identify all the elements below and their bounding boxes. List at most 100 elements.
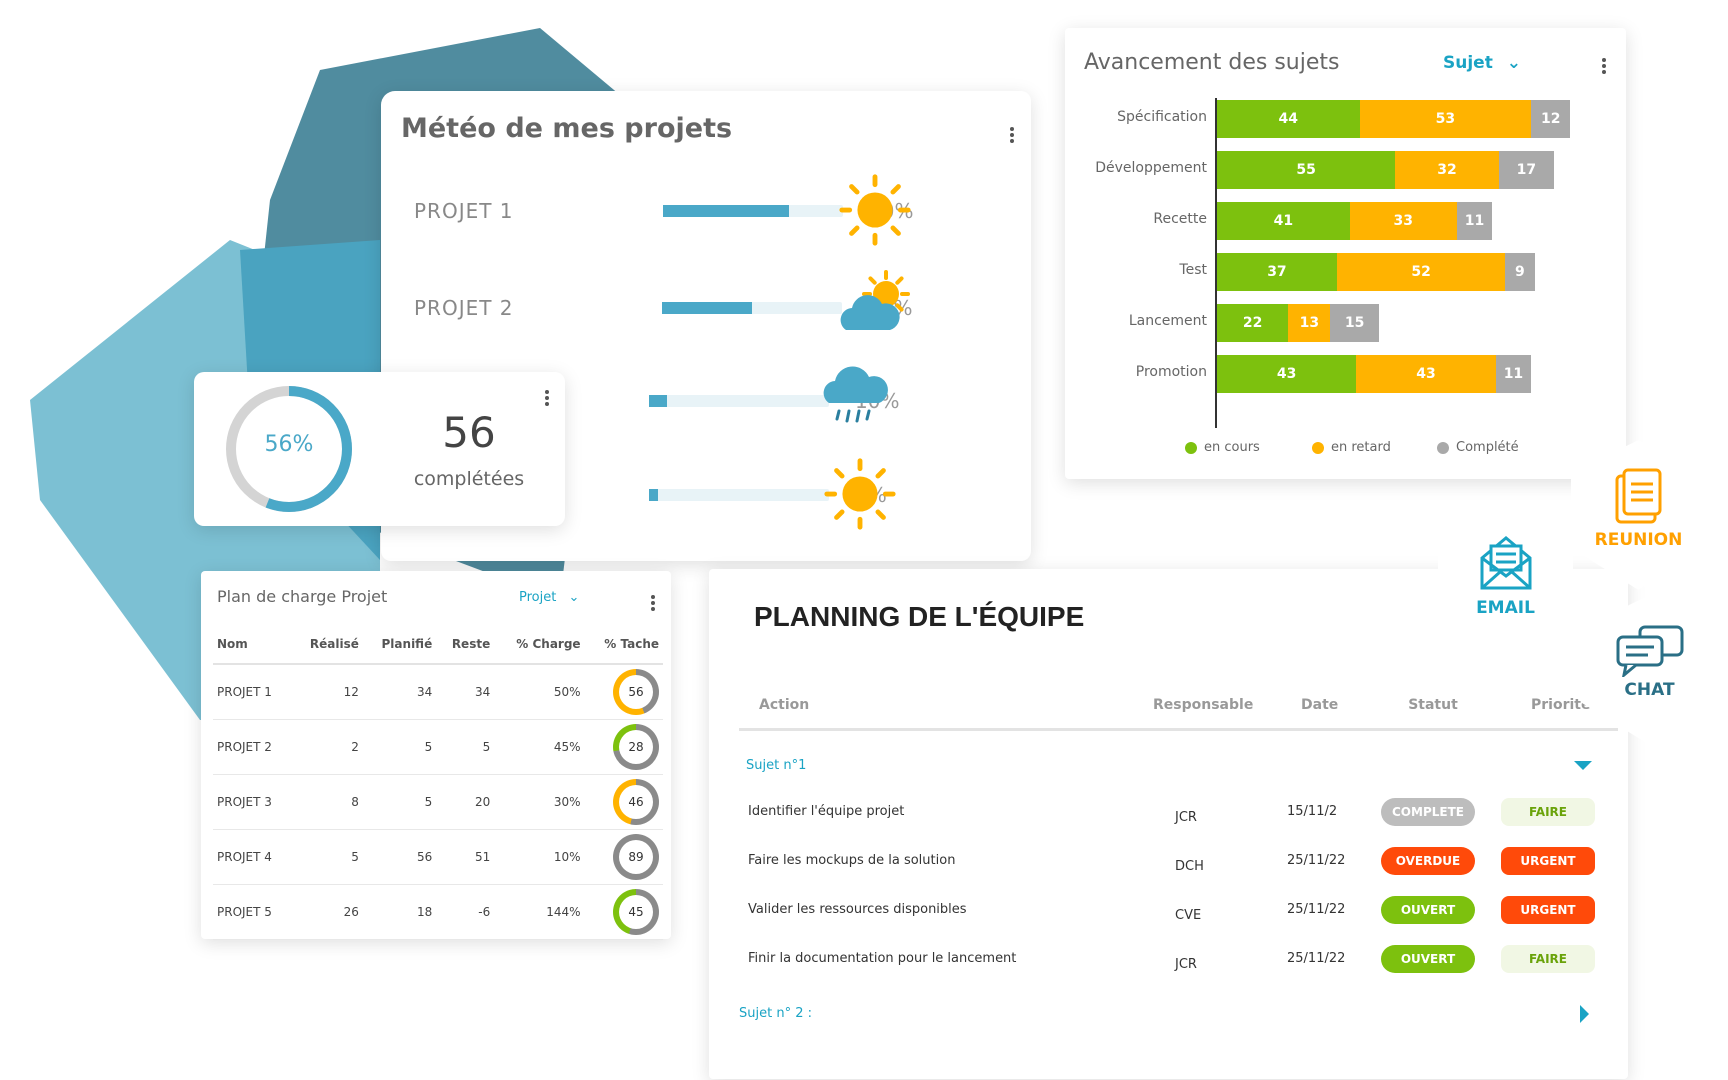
bar-en-retard[interactable]: 52 <box>1336 253 1506 291</box>
cell-nom: PROJET 3 <box>213 774 292 830</box>
planning-row[interactable]: Finir la documentation pour le lancement… <box>709 945 1628 991</box>
chat-bubbles-icon <box>1616 625 1684 677</box>
more-options-icon[interactable] <box>650 593 656 613</box>
status-badge[interactable]: OUVERT <box>1381 945 1475 973</box>
action-text: Faire les mockups de la solution <box>748 853 956 868</box>
plan-title: Plan de charge Projet <box>217 587 388 606</box>
cell-nom: PROJET 4 <box>213 829 292 885</box>
legend-item: Complété <box>1437 440 1519 455</box>
bar-en-retard[interactable]: 13 <box>1288 304 1331 342</box>
collapse-arrow-icon[interactable] <box>1574 761 1592 770</box>
table-row[interactable]: PROJET 2 2 5 5 45% 28 <box>213 719 663 775</box>
priority-badge[interactable]: URGENT <box>1501 847 1595 875</box>
expand-arrow-icon[interactable] <box>1580 1005 1589 1023</box>
bar-value-label: 11 <box>1464 213 1485 229</box>
sun-icon <box>821 455 899 537</box>
legend-label: en retard <box>1331 440 1391 455</box>
bar-en-cours[interactable]: 41 <box>1217 202 1350 240</box>
progress-bar <box>649 395 829 407</box>
completion-card: 56% 56 complétées <box>194 372 565 526</box>
bar-complété[interactable]: 11 <box>1456 202 1493 240</box>
bar-en-retard[interactable]: 32 <box>1395 151 1499 189</box>
table-row[interactable]: PROJET 5 26 18 -6 144% 45 <box>213 884 663 940</box>
legend-item: en cours <box>1185 440 1260 455</box>
status-badge[interactable]: COMPLETE <box>1381 798 1475 826</box>
responsable-text: JCR <box>1175 957 1197 972</box>
bar-value-label: 44 <box>1278 111 1299 127</box>
task-ring: 56 <box>613 668 659 715</box>
planning-row[interactable]: Faire les mockups de la solution DCH 25/11… <box>709 847 1628 893</box>
column-header: Réalisé <box>291 624 363 665</box>
legend-item: en retard <box>1312 440 1391 455</box>
group-sujet-2[interactable]: Sujet n° 2 : <box>739 1006 812 1021</box>
table-row[interactable]: PROJET 3 8 5 20 30% 46 <box>213 774 663 830</box>
col-responsable: Responsable <box>1153 697 1254 713</box>
category-label: Test <box>1179 262 1207 278</box>
bar-row: 43 43 11 <box>1217 355 1532 393</box>
plan-filter-dropdown[interactable]: Projet ⌄ <box>519 590 579 605</box>
cell-realise: 5 <box>291 829 363 885</box>
cell-nom: PROJET 5 <box>213 884 292 940</box>
bar-complété[interactable]: 12 <box>1531 100 1571 138</box>
table-row[interactable]: PROJET 4 5 56 51 10% 89 <box>213 829 663 885</box>
bar-en-retard[interactable]: 43 <box>1356 355 1496 393</box>
priority-badge[interactable]: URGENT <box>1501 896 1595 924</box>
chevron-down-icon: ⌄ <box>1506 53 1522 73</box>
cell-realise: 26 <box>291 884 363 940</box>
category-labels: Spécification Développement Recette Test Lan… <box>1065 98 1207 428</box>
bar-value-label: 37 <box>1267 264 1287 280</box>
bar-en-cours[interactable]: 22 <box>1217 304 1289 342</box>
email-label: EMAIL <box>1476 598 1535 618</box>
cell-reste: 5 <box>436 719 495 775</box>
category-label: Spécification <box>1117 109 1207 125</box>
meteo-title: Météo de mes projets <box>401 113 733 144</box>
bar-complété[interactable]: 11 <box>1495 355 1532 393</box>
bar-complété[interactable]: 15 <box>1330 304 1379 342</box>
task-ring-value: 45 <box>619 894 653 929</box>
cell-nom: PROJET 2 <box>213 719 292 775</box>
status-badge[interactable]: OUVERT <box>1381 896 1475 924</box>
planning-row[interactable]: Valider les ressources disponibles CVE 25/… <box>709 896 1628 942</box>
legend-dot-icon <box>1437 441 1449 454</box>
chart-filter-dropdown[interactable]: Sujet ⌄ <box>1443 53 1521 73</box>
more-options-icon[interactable] <box>1601 56 1607 76</box>
progress-fill <box>662 302 752 314</box>
cell-tache: 46 <box>584 774 663 830</box>
more-options-icon[interactable] <box>1009 125 1015 145</box>
bar-value-label: 11 <box>1503 366 1524 382</box>
bar-en-cours[interactable]: 55 <box>1217 151 1396 189</box>
column-header: Nom <box>213 624 292 665</box>
cell-charge: 45% <box>494 719 585 775</box>
cell-charge: 50% <box>494 664 585 720</box>
priority-badge[interactable]: FAIRE <box>1501 945 1595 973</box>
col-date: Date <box>1301 697 1339 713</box>
planning-row[interactable]: Identifier l'équipe projet JCR 15/11/2 COMP… <box>709 798 1628 844</box>
bar-value-label: 55 <box>1296 162 1316 178</box>
bar-en-retard[interactable]: 33 <box>1349 202 1457 240</box>
action-text: Identifier l'équipe projet <box>748 804 905 819</box>
table-row[interactable]: PROJET 1 12 34 34 50% 56 <box>213 664 663 720</box>
bar-value-label: 33 <box>1393 213 1414 229</box>
bar-en-cours[interactable]: 37 <box>1217 253 1337 291</box>
column-header: Reste <box>436 624 495 665</box>
progress-bar <box>662 302 842 314</box>
bar-en-cours[interactable]: 44 <box>1217 100 1360 138</box>
completion-label: complétées <box>413 468 525 490</box>
task-ring-value: 46 <box>619 784 653 819</box>
bar-value-label: 22 <box>1242 315 1263 331</box>
status-badge[interactable]: OVERDUE <box>1381 847 1475 875</box>
priority-badge[interactable]: FAIRE <box>1501 798 1595 826</box>
task-ring-value: 89 <box>619 839 653 874</box>
bar-en-cours[interactable]: 43 <box>1217 355 1357 393</box>
more-options-icon[interactable] <box>544 388 550 408</box>
cell-charge: 30% <box>494 774 585 830</box>
cell-realise: 2 <box>291 719 363 775</box>
bar-complété[interactable]: 17 <box>1498 151 1554 189</box>
group-sujet-1[interactable]: Sujet n°1 <box>746 758 806 773</box>
responsable-text: DCH <box>1175 859 1204 874</box>
bar-en-retard[interactable]: 53 <box>1359 100 1532 138</box>
action-text: Valider les ressources disponibles <box>748 902 967 917</box>
cell-reste: 20 <box>436 774 495 830</box>
meteo-row: PROJET 170% <box>381 174 1021 246</box>
bar-complété[interactable]: 9 <box>1505 253 1535 291</box>
